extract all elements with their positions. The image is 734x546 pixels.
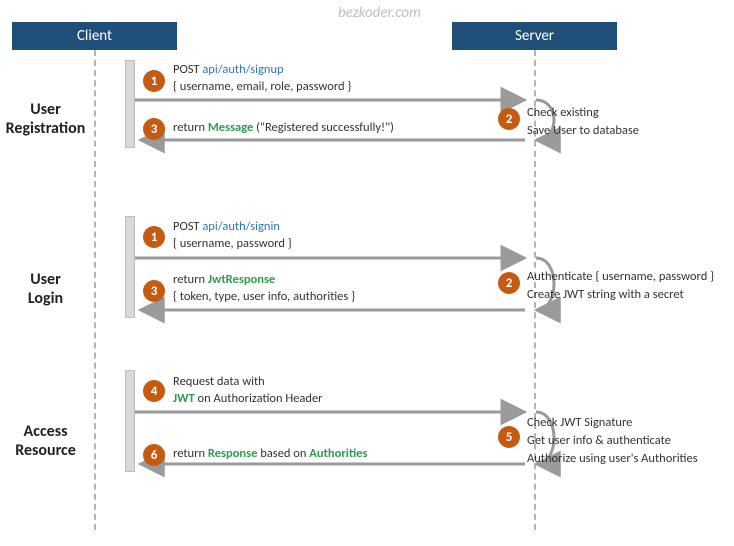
note-verify-authorize: Check JWT Signature Get user info & auth… [527, 414, 698, 468]
msg-signin-request: POST api/auth/signin { username, passwor… [173, 219, 292, 253]
step-badge-5: 5 [498, 426, 520, 448]
msg-access-response: return Response based on Authorities [173, 446, 367, 463]
msg-signup-response: return Message ("Registered successfully… [173, 120, 394, 137]
step-badge-4: 4 [143, 380, 165, 402]
step-badge-2: 2 [498, 108, 520, 130]
step-badge-3: 3 [143, 280, 165, 302]
msg-access-request: Request data with JWT on Authorization H… [173, 374, 323, 408]
note-check-save: Check existing Save User to database [527, 104, 639, 140]
step-badge-1: 1 [143, 226, 165, 248]
step-badge-3: 3 [143, 118, 165, 140]
msg-signup-request: POST api/auth/signup { username, email, … [173, 62, 351, 96]
step-badge-1: 1 [143, 70, 165, 92]
step-badge-2: 2 [498, 272, 520, 294]
step-badge-6: 6 [143, 444, 165, 466]
note-authenticate-jwt: Authenticate { username, password } Crea… [527, 268, 714, 304]
msg-signin-response: return JwtResponse { token, type, user i… [173, 272, 355, 306]
sequence-diagram: bezkoder.com Client Server User Registra… [0, 0, 734, 546]
